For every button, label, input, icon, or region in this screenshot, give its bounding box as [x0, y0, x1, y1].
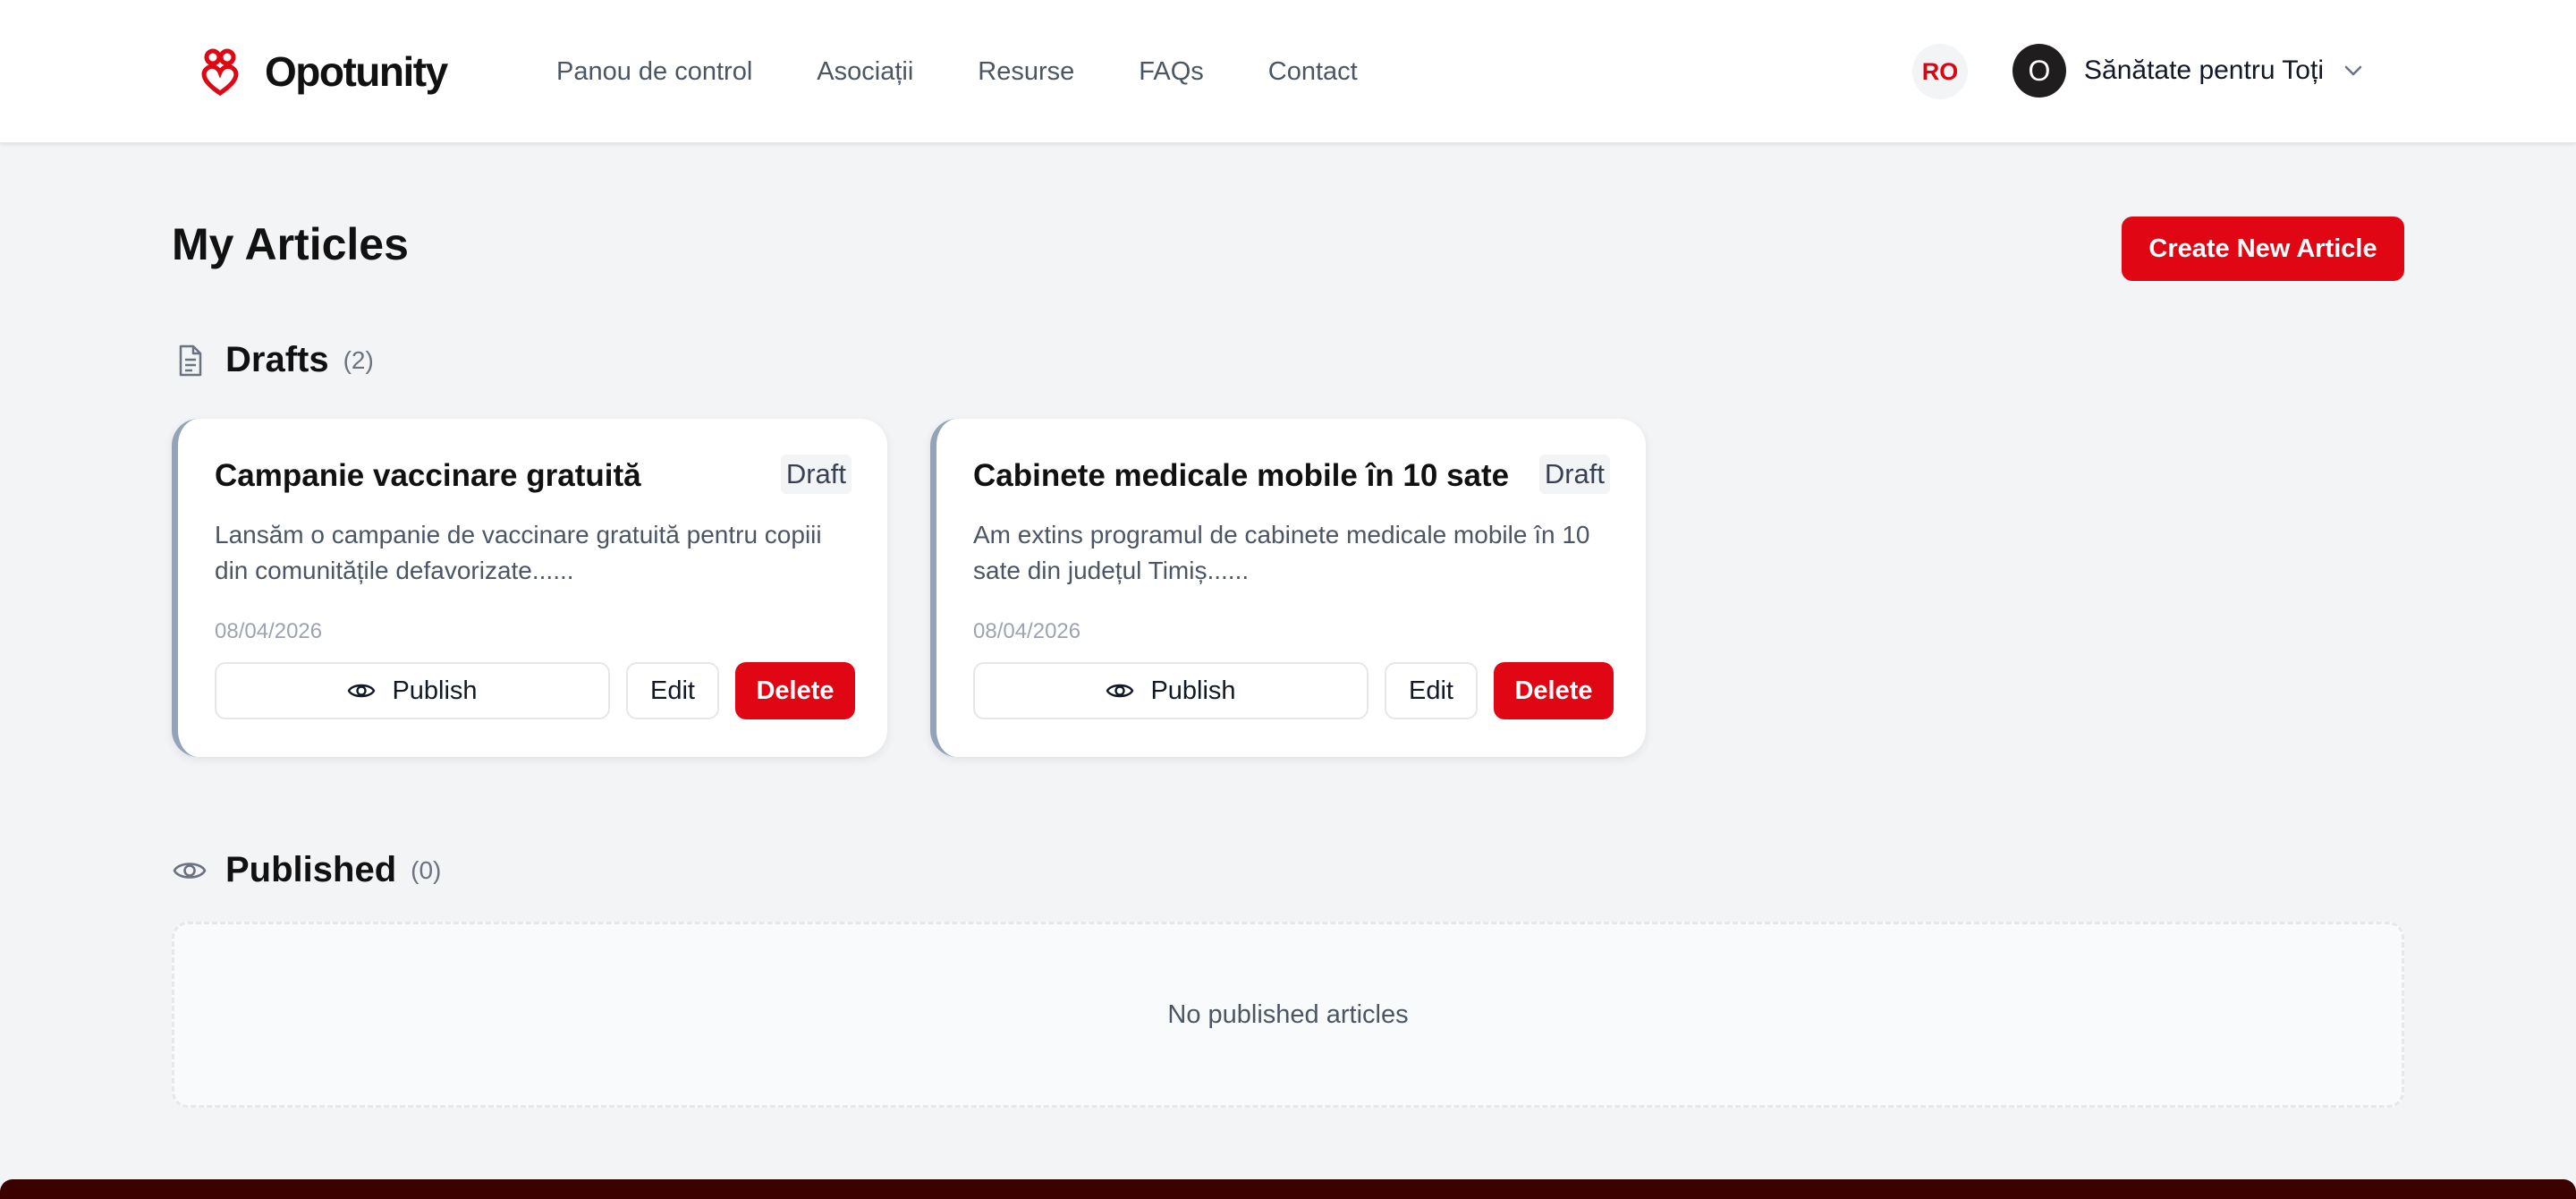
- language-switcher[interactable]: RO: [1912, 44, 1968, 99]
- nav-item-contact[interactable]: Contact: [1268, 50, 1358, 93]
- published-count: (0): [411, 855, 442, 884]
- eye-icon: [348, 684, 376, 698]
- status-badge: Draft: [1538, 455, 1610, 494]
- drafts-section-header: Drafts (2): [172, 340, 374, 380]
- publish-label: Publish: [392, 676, 478, 705]
- article-title[interactable]: Cabinete medicale mobile în 10 sate: [973, 458, 1509, 494]
- publish-label: Publish: [1150, 676, 1236, 705]
- publish-button[interactable]: Publish: [973, 662, 1368, 719]
- published-section-header: Published (0): [172, 850, 441, 890]
- page-title: My Articles: [172, 219, 409, 269]
- nav-item-dashboard[interactable]: Panou de control: [556, 50, 752, 93]
- article-card: Cabinete medicale mobile în 10 sate Draf…: [930, 419, 1646, 757]
- nav-item-faqs[interactable]: FAQs: [1139, 50, 1204, 93]
- publish-button[interactable]: Publish: [215, 662, 610, 719]
- brand-name: Opotunity: [265, 48, 448, 95]
- empty-state-text: No published articles: [1167, 999, 1409, 1029]
- edit-button[interactable]: Edit: [1385, 662, 1478, 719]
- article-date: 08/04/2026: [215, 619, 323, 643]
- nav-item-resources[interactable]: Resurse: [978, 50, 1074, 93]
- main-nav: Panou de control Asociații Resurse FAQs …: [556, 50, 1358, 93]
- chevron-down-icon: [2344, 65, 2362, 76]
- document-icon: [179, 344, 202, 376]
- delete-button[interactable]: Delete: [735, 662, 855, 719]
- brand-logo[interactable]: Opotunity: [195, 43, 448, 100]
- user-menu[interactable]: O Sănătate pentru Toți: [2012, 44, 2363, 98]
- article-title[interactable]: Campanie vaccinare gratuită: [215, 458, 641, 494]
- article-date: 08/04/2026: [973, 619, 1081, 643]
- avatar: O: [2012, 44, 2066, 98]
- drafts-title: Drafts: [225, 340, 329, 379]
- delete-button[interactable]: Delete: [1494, 662, 1614, 719]
- article-excerpt: Am extins programul de cabinete medicale…: [973, 521, 1590, 584]
- article-card: Campanie vaccinare gratuită Draft Lansăm…: [172, 419, 887, 757]
- eye-icon: [1106, 684, 1134, 698]
- status-badge: Draft: [780, 455, 852, 494]
- create-article-button[interactable]: Create New Article: [2122, 217, 2404, 281]
- edit-button[interactable]: Edit: [626, 662, 719, 719]
- drafts-count: (2): [343, 345, 374, 374]
- top-navbar: Opotunity Panou de control Asociații Res…: [0, 0, 2576, 143]
- nav-item-associations[interactable]: Asociații: [817, 50, 913, 93]
- user-name: Sănătate pentru Toți: [2084, 55, 2324, 85]
- logo-icon: [201, 48, 239, 97]
- published-title: Published: [225, 850, 397, 889]
- footer: [0, 1179, 2576, 1199]
- eye-icon: [173, 862, 207, 879]
- empty-state: No published articles: [172, 922, 2404, 1108]
- article-excerpt: Lansăm o campanie de vaccinare gratuită …: [215, 521, 822, 584]
